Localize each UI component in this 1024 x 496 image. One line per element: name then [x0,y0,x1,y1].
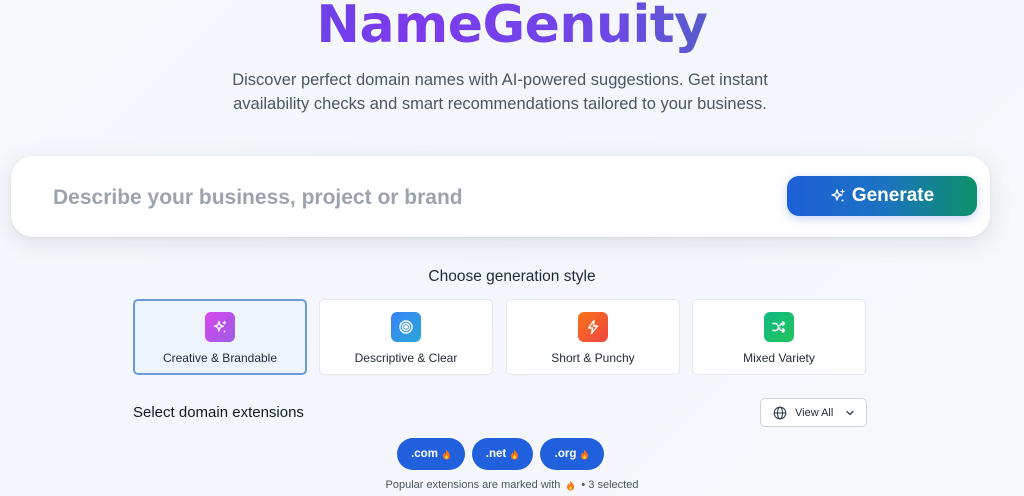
popular-note-text: Popular extensions are marked with [385,479,561,491]
domain-extensions-title: Select domain extensions [133,404,304,421]
generate-button[interactable]: Generate [787,176,977,216]
view-all-dropdown[interactable]: View All [760,398,867,427]
generate-button-label: Generate [851,185,935,206]
target-icon [391,312,421,342]
app-logo: NameGenuity [0,0,1024,56]
style-option-mixed[interactable]: Mixed Variety [692,299,866,375]
style-option-label: Descriptive & Clear [354,351,458,365]
extension-chip-com[interactable]: .com [397,438,465,470]
tagline: Discover perfect domain names with AI-po… [232,71,768,113]
flame-icon [442,449,451,460]
chevron-down-icon [845,408,855,418]
extension-chip-label: .com [411,448,438,460]
style-option-label: Creative & Brandable [162,351,278,365]
flame-icon [566,480,575,491]
style-option-short[interactable]: Short & Punchy [506,299,680,375]
style-option-descriptive[interactable]: Descriptive & Clear [319,299,493,375]
shuffle-icon [764,312,794,342]
extension-chip-label: .org [554,448,577,460]
flame-icon [510,449,519,460]
sparkles-icon [830,188,846,204]
selected-count: • 3 selected [581,479,639,491]
style-option-label: Short & Punchy [551,351,635,365]
business-description-input[interactable] [51,180,755,216]
globe-icon [773,406,787,420]
view-all-label: View All [795,406,834,419]
popular-extensions-note: Popular extensions are marked with • 3 s… [0,479,1024,491]
lightning-icon [578,312,608,342]
flame-icon [580,449,589,460]
style-option-label: Mixed Variety [743,351,815,365]
extension-chip-label: .net [485,448,507,460]
extension-chip-net[interactable]: .net [472,438,533,470]
sparkles-icon [205,312,235,342]
extension-chip-org[interactable]: .org [540,438,604,470]
style-option-creative[interactable]: Creative & Brandable [133,299,307,375]
search-card: Generate [11,156,990,237]
generation-style-title: Choose generation style [428,268,596,285]
